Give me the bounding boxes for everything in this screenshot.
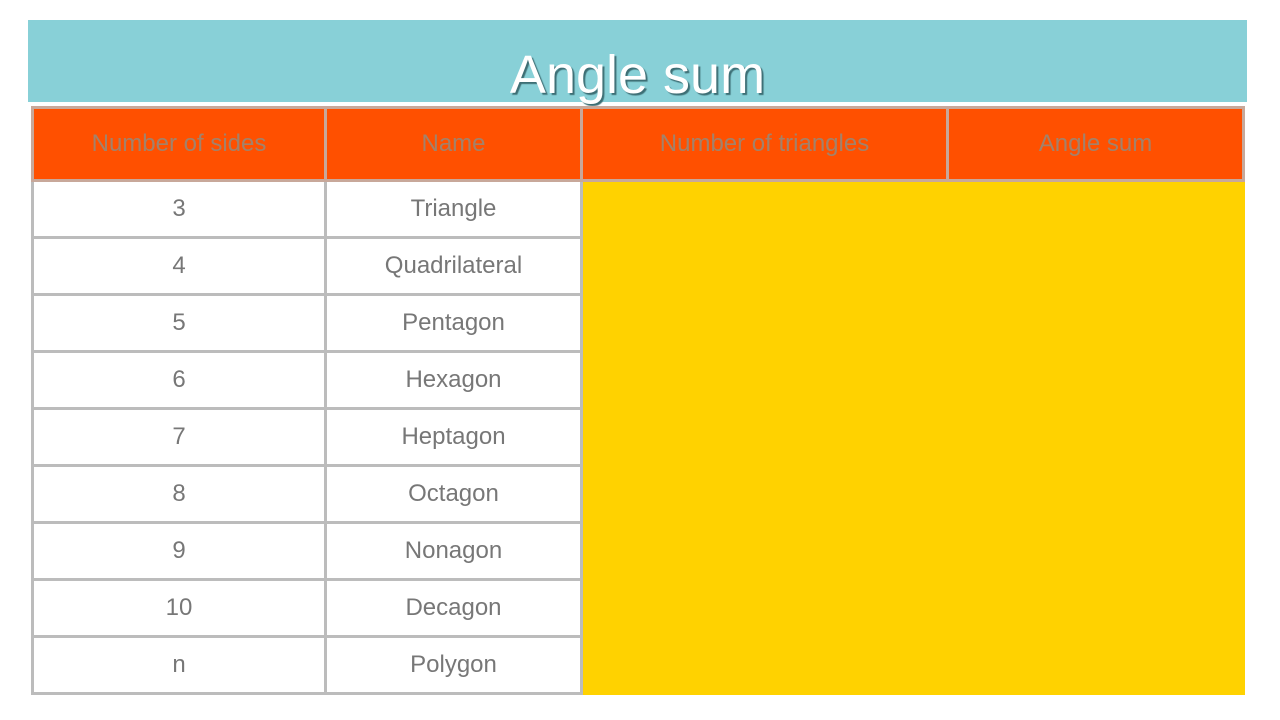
- cell-angle-sum[interactable]: [946, 464, 1245, 524]
- cell-triangles[interactable]: [580, 236, 949, 296]
- table-row: 5 Pentagon: [31, 293, 1245, 353]
- header-angle-sum: Angle sum: [946, 106, 1245, 182]
- cell-name: Polygon: [324, 635, 583, 695]
- table-row: 4 Quadrilateral: [31, 236, 1245, 296]
- title-bar: Angle sum: [28, 20, 1247, 102]
- cell-name: Quadrilateral: [324, 236, 583, 296]
- cell-triangles[interactable]: [580, 578, 949, 638]
- table-row: 9 Nonagon: [31, 521, 1245, 581]
- cell-sides: 8: [31, 464, 327, 524]
- table-row: 3 Triangle: [31, 179, 1245, 239]
- cell-angle-sum[interactable]: [946, 236, 1245, 296]
- cell-sides: 9: [31, 521, 327, 581]
- table-row: 6 Hexagon: [31, 350, 1245, 410]
- cell-name: Triangle: [324, 179, 583, 239]
- table-row: 7 Heptagon: [31, 407, 1245, 467]
- cell-sides: 7: [31, 407, 327, 467]
- cell-triangles[interactable]: [580, 293, 949, 353]
- cell-sides: n: [31, 635, 327, 695]
- cell-triangles[interactable]: [580, 521, 949, 581]
- cell-angle-sum[interactable]: [946, 407, 1245, 467]
- cell-angle-sum[interactable]: [946, 350, 1245, 410]
- table-row: 8 Octagon: [31, 464, 1245, 524]
- cell-name: Heptagon: [324, 407, 583, 467]
- cell-angle-sum[interactable]: [946, 578, 1245, 638]
- cell-name: Decagon: [324, 578, 583, 638]
- table-row: 10 Decagon: [31, 578, 1245, 638]
- cell-name: Nonagon: [324, 521, 583, 581]
- cell-triangles[interactable]: [580, 350, 949, 410]
- cell-name: Octagon: [324, 464, 583, 524]
- cell-triangles[interactable]: [580, 179, 949, 239]
- cell-triangles[interactable]: [580, 635, 949, 695]
- cell-sides: 4: [31, 236, 327, 296]
- cell-name: Pentagon: [324, 293, 583, 353]
- header-number-of-sides: Number of sides: [31, 106, 327, 182]
- cell-angle-sum[interactable]: [946, 521, 1245, 581]
- cell-angle-sum[interactable]: [946, 635, 1245, 695]
- cell-sides: 6: [31, 350, 327, 410]
- cell-sides: 3: [31, 179, 327, 239]
- cell-name: Hexagon: [324, 350, 583, 410]
- angle-sum-table: Number of sides Name Number of triangles…: [31, 106, 1245, 695]
- cell-triangles[interactable]: [580, 464, 949, 524]
- cell-angle-sum[interactable]: [946, 179, 1245, 239]
- cell-angle-sum[interactable]: [946, 293, 1245, 353]
- header-number-of-triangles: Number of triangles: [580, 106, 949, 182]
- table-row: n Polygon: [31, 635, 1245, 695]
- cell-sides: 5: [31, 293, 327, 353]
- slide-title: Angle sum: [509, 45, 766, 105]
- cell-sides: 10: [31, 578, 327, 638]
- cell-triangles[interactable]: [580, 407, 949, 467]
- header-row: Number of sides Name Number of triangles…: [31, 106, 1245, 182]
- header-name: Name: [324, 106, 583, 182]
